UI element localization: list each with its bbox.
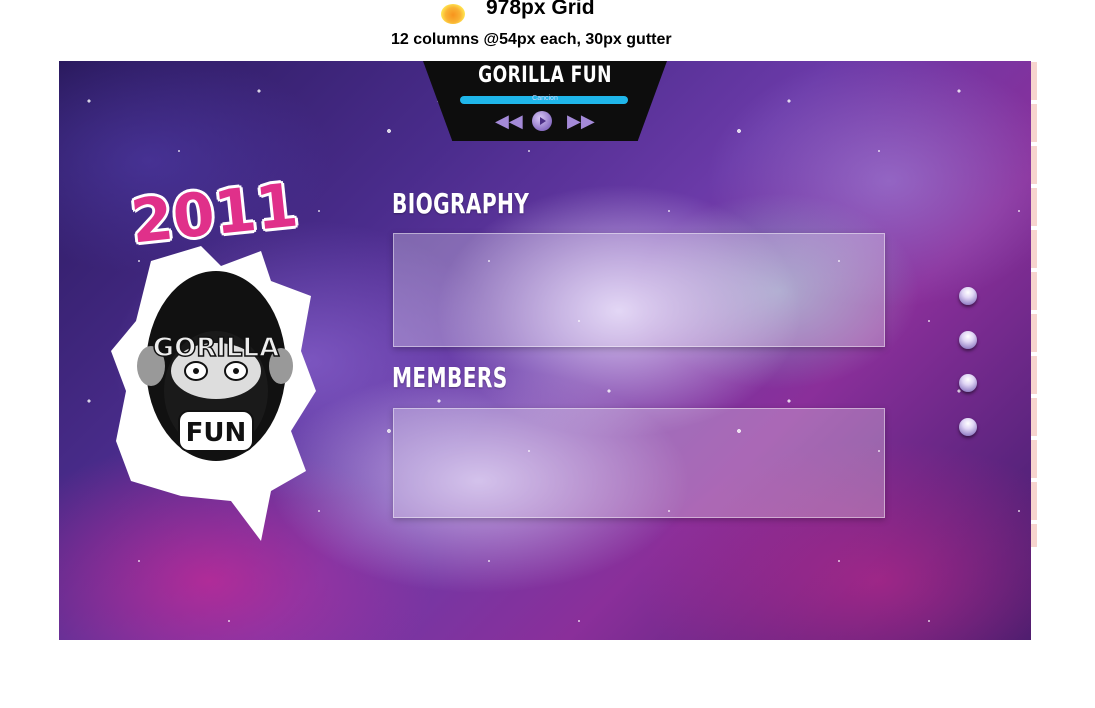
play-icon[interactable]: [532, 111, 552, 131]
grid-header: 978px Grid 12 columns @54px each, 30px g…: [0, 0, 1095, 60]
members-panel: [393, 408, 885, 518]
grid-title: 978px Grid: [486, 0, 595, 19]
fast-forward-icon[interactable]: ▶▶: [567, 111, 595, 131]
gorilla-icon: GORILLA FUN: [111, 246, 316, 541]
rewind-icon[interactable]: ◀◀: [495, 111, 523, 131]
logo-text-fun: FUN: [186, 418, 247, 448]
nav-dot-3[interactable]: [959, 374, 977, 392]
logo-text-gorilla: GORILLA: [153, 333, 279, 363]
space-background: GORILLA FUN Cancion ◀◀ ▶▶ 2011 GORILLA F…: [59, 61, 1031, 640]
grid-indicator-icon: [441, 4, 465, 24]
player-song-label: Cancion: [532, 95, 558, 102]
nav-dot-1[interactable]: [959, 287, 977, 305]
nav-dot-4[interactable]: [959, 418, 977, 436]
music-player: GORILLA FUN Cancion ◀◀ ▶▶: [423, 61, 667, 141]
player-band-name: GORILLA FUN: [478, 63, 612, 88]
grid-column-strip: [1030, 62, 1037, 547]
nav-dot-2[interactable]: [959, 331, 977, 349]
members-heading: MEMBERS: [392, 361, 508, 394]
biography-heading: BIOGRAPHY: [392, 187, 530, 220]
band-logo: 2011 GORILLA FUN: [111, 170, 321, 541]
grid-subtitle: 12 columns @54px each, 30px gutter: [391, 31, 672, 48]
biography-panel: [393, 233, 885, 347]
